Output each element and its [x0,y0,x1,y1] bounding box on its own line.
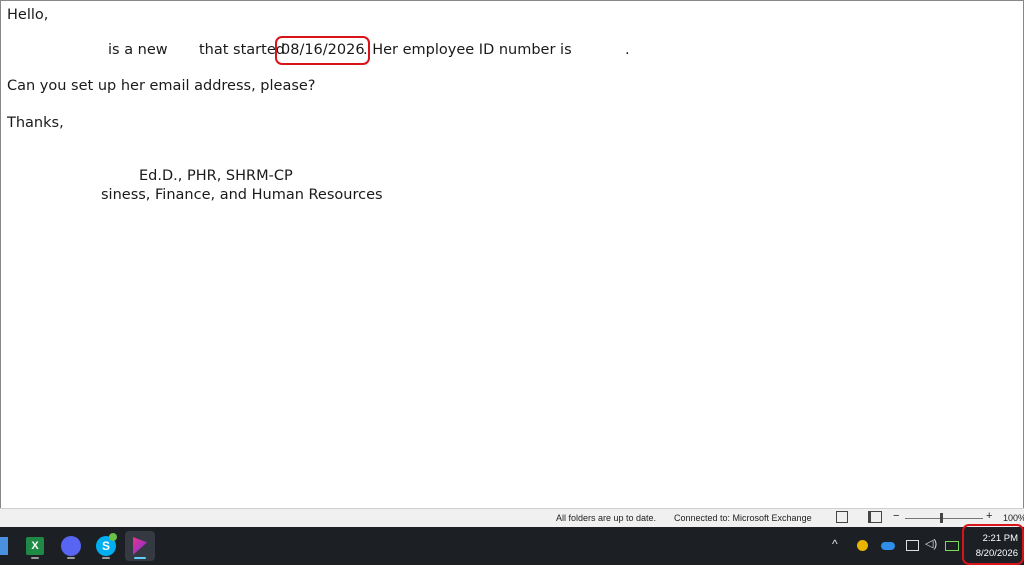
discord-icon[interactable] [56,531,86,561]
reading-view-icon[interactable] [868,511,882,523]
email-text-started: that started [199,42,285,58]
status-bar: All folders are up to date. Connected to… [0,508,1024,528]
signature-credentials: Ed.D., PHR, SHRM-CP [139,168,293,184]
signature-department: siness, Finance, and Human Resources [101,187,383,203]
email-body: Hello, is a new that started 08/16/2026 … [0,0,1024,509]
tray-app-icon[interactable] [857,540,868,551]
zoom-in-button[interactable]: + [986,510,992,522]
zoom-out-button[interactable]: − [893,510,899,522]
volume-icon[interactable]: ◁) [925,537,937,550]
onedrive-icon[interactable] [881,542,895,550]
zoom-slider-track[interactable] [905,518,983,519]
sync-status: All folders are up to date. [556,513,657,523]
show-hidden-icons-icon[interactable]: ^ [832,537,838,551]
start-date-highlight [275,36,370,65]
zoom-slider-thumb[interactable] [940,513,943,523]
email-text-new: is a new [108,42,168,58]
email-greeting: Hello, [7,7,49,23]
email-request: Can you set up her email address, please… [7,78,316,94]
zoom-level: 100% [1003,513,1024,523]
taskbar: X S ^ ◁) 2:21 PM 8/20/2026 [0,524,1024,565]
battery-icon[interactable] [945,541,959,551]
excel-icon[interactable]: X [20,531,50,561]
email-text-employee-id: . Her employee ID number is [363,42,572,58]
start-icon[interactable] [0,537,8,555]
active-app-icon[interactable] [125,531,155,561]
email-text-period: . [625,42,630,58]
normal-view-icon[interactable] [836,511,848,523]
clock-highlight [962,524,1024,565]
email-signoff: Thanks, [7,115,64,131]
network-icon[interactable] [906,540,919,551]
connection-status: Connected to: Microsoft Exchange [674,513,812,523]
skype-icon[interactable]: S [91,531,121,561]
